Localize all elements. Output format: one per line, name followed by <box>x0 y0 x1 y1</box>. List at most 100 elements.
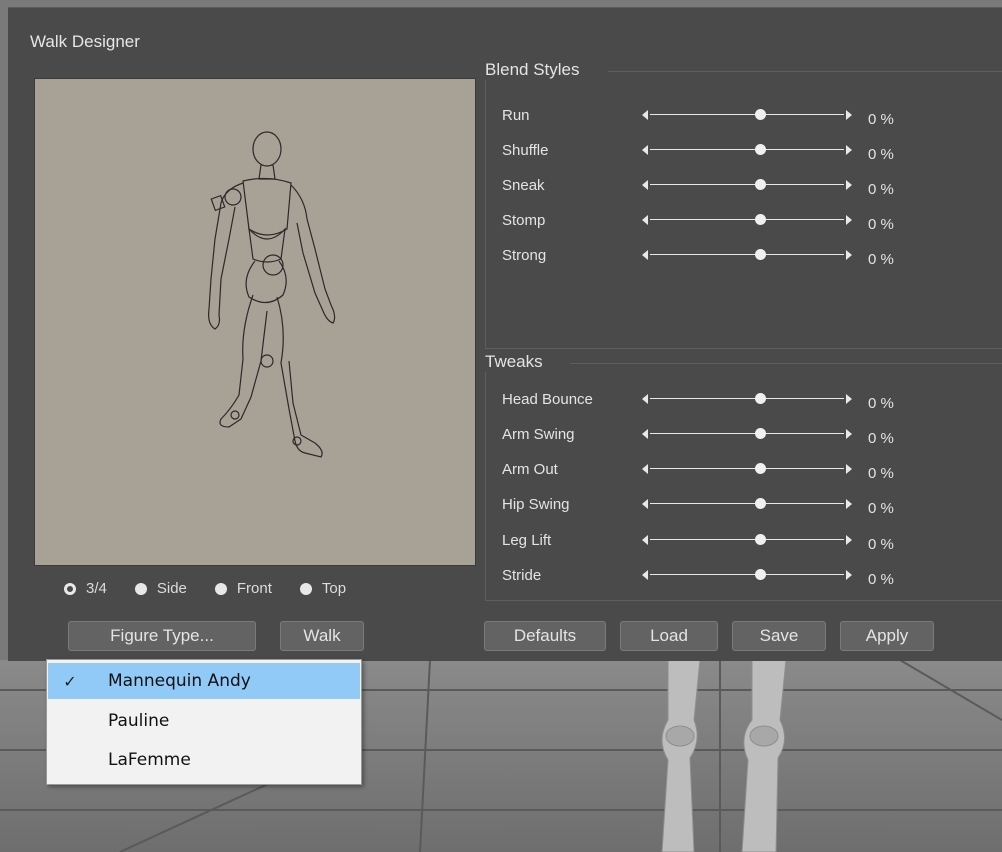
menu-item-label: Mannequin Andy <box>108 671 251 691</box>
slider-row-leg-lift: Leg Lift 0 % <box>502 530 894 553</box>
slider-label: Stomp <box>502 211 546 229</box>
menu-item-pauline[interactable]: Pauline <box>48 703 360 739</box>
hip-swing-slider[interactable] <box>642 494 852 514</box>
slider-value: 0 % <box>868 250 894 268</box>
slider-thumb[interactable] <box>755 534 766 545</box>
view-radio-label: Top <box>321 580 347 597</box>
slider-left-arrow-icon[interactable] <box>642 145 648 155</box>
slider-label: Arm Swing <box>502 425 575 443</box>
slider-left-arrow-icon[interactable] <box>642 215 648 225</box>
run-slider[interactable] <box>642 105 852 125</box>
shuffle-slider[interactable] <box>642 140 852 160</box>
slider-row-strong: Strong 0 % <box>502 245 894 268</box>
slider-label: Hip Swing <box>502 495 570 513</box>
slider-row-head-bounce: Head Bounce 0 % <box>502 389 894 412</box>
view-radio-label: Side <box>156 580 187 597</box>
slider-value: 0 % <box>868 429 894 447</box>
slider-thumb[interactable] <box>755 179 766 190</box>
tweaks-divider <box>570 363 1002 364</box>
arm-swing-slider[interactable] <box>642 424 852 444</box>
slider-row-arm-out: Arm Out 0 % <box>502 459 894 482</box>
load-button[interactable]: Load <box>620 621 718 651</box>
stride-slider[interactable] <box>642 565 852 585</box>
stomp-slider[interactable] <box>642 210 852 230</box>
slider-thumb[interactable] <box>755 144 766 155</box>
slider-right-arrow-icon[interactable] <box>846 180 852 190</box>
slider-label: Sneak <box>502 176 545 194</box>
slider-label: Stride <box>502 566 542 584</box>
view-radio-3-4[interactable]: 3/4 <box>64 580 107 597</box>
radio-selected-icon <box>64 582 76 595</box>
slider-thumb[interactable] <box>755 214 766 225</box>
slider-thumb[interactable] <box>755 428 766 439</box>
menu-item-mannequin-andy[interactable]: ✓ Mannequin Andy <box>48 663 360 699</box>
slider-right-arrow-icon[interactable] <box>846 215 852 225</box>
slider-thumb[interactable] <box>755 463 766 474</box>
slider-value: 0 % <box>868 180 894 198</box>
apply-button[interactable]: Apply <box>840 621 934 651</box>
slider-left-arrow-icon[interactable] <box>642 250 648 260</box>
figure-type-dropdown-menu: ✓ Mannequin Andy Pauline LaFemme <box>46 659 362 785</box>
slider-value: 0 % <box>868 394 894 412</box>
slider-right-arrow-icon[interactable] <box>846 535 852 545</box>
slider-right-arrow-icon[interactable] <box>846 145 852 155</box>
slider-right-arrow-icon[interactable] <box>846 464 852 474</box>
menu-item-label: LaFemme <box>108 750 191 770</box>
slider-row-sneak: Sneak 0 % <box>502 175 894 198</box>
check-icon: ✓ <box>63 671 77 691</box>
slider-row-run: Run 0 % <box>502 105 894 128</box>
slider-row-shuffle: Shuffle 0 % <box>502 140 894 163</box>
slider-label: Shuffle <box>502 141 549 159</box>
sneak-slider[interactable] <box>642 175 852 195</box>
slider-label: Run <box>502 106 530 124</box>
strong-slider[interactable] <box>642 245 852 265</box>
slider-right-arrow-icon[interactable] <box>846 499 852 509</box>
head-bounce-slider[interactable] <box>642 389 852 409</box>
blend-styles-title: Blend Styles <box>485 60 586 80</box>
slider-left-arrow-icon[interactable] <box>642 499 648 509</box>
slider-right-arrow-icon[interactable] <box>846 250 852 260</box>
slider-row-stride: Stride 0 % <box>502 565 894 588</box>
slider-value: 0 % <box>868 570 894 588</box>
slider-right-arrow-icon[interactable] <box>846 429 852 439</box>
view-radio-label: 3/4 <box>86 580 107 597</box>
slider-right-arrow-icon[interactable] <box>846 110 852 120</box>
slider-thumb[interactable] <box>755 393 766 404</box>
menu-item-label: Pauline <box>108 711 170 731</box>
slider-thumb[interactable] <box>755 498 766 509</box>
slider-thumb[interactable] <box>755 109 766 120</box>
radio-unselected-icon <box>134 582 147 595</box>
slider-value: 0 % <box>868 535 894 553</box>
slider-left-arrow-icon[interactable] <box>642 110 648 120</box>
slider-value: 0 % <box>868 499 894 517</box>
leg-lift-slider[interactable] <box>642 530 852 550</box>
blend-styles-divider <box>608 71 1002 72</box>
walk-button[interactable]: Walk <box>280 621 364 651</box>
arm-out-slider[interactable] <box>642 459 852 479</box>
menu-item-lafemme[interactable]: LaFemme <box>48 742 360 778</box>
slider-row-stomp: Stomp 0 % <box>502 210 894 233</box>
slider-thumb[interactable] <box>755 249 766 260</box>
figure-type-button[interactable]: Figure Type... <box>68 621 256 651</box>
slider-left-arrow-icon[interactable] <box>642 180 648 190</box>
view-radio-front[interactable]: Front <box>214 580 272 597</box>
view-radio-side[interactable]: Side <box>134 580 187 597</box>
view-radio-top[interactable]: Top <box>299 580 347 597</box>
walk-designer-dialog: Walk Designer 3/4 Side Front Top Figure … <box>8 7 1002 661</box>
defaults-button[interactable]: Defaults <box>484 621 606 651</box>
slider-label: Strong <box>502 246 547 264</box>
slider-left-arrow-icon[interactable] <box>642 394 648 404</box>
figure-preview[interactable] <box>34 78 476 566</box>
radio-unselected-icon <box>214 582 227 595</box>
slider-left-arrow-icon[interactable] <box>642 535 648 545</box>
slider-right-arrow-icon[interactable] <box>846 570 852 580</box>
save-button[interactable]: Save <box>732 621 826 651</box>
slider-left-arrow-icon[interactable] <box>642 570 648 580</box>
slider-thumb[interactable] <box>755 569 766 580</box>
radio-unselected-icon <box>299 582 312 595</box>
slider-right-arrow-icon[interactable] <box>846 394 852 404</box>
slider-value: 0 % <box>868 215 894 233</box>
slider-value: 0 % <box>868 145 894 163</box>
slider-left-arrow-icon[interactable] <box>642 429 648 439</box>
slider-left-arrow-icon[interactable] <box>642 464 648 474</box>
